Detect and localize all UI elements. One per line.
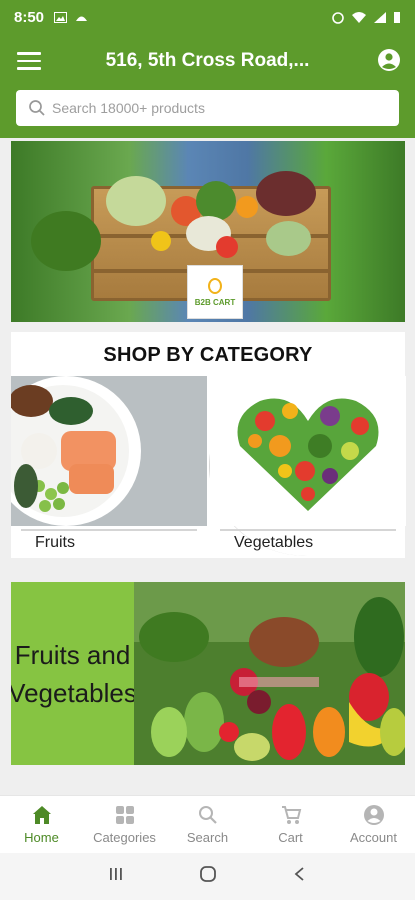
- recent-apps-button[interactable]: [108, 866, 124, 887]
- category-fruits[interactable]: Fruits: [11, 376, 207, 556]
- fruits-image: [11, 376, 207, 526]
- status-time: 8:50: [14, 8, 45, 26]
- back-icon: [294, 867, 304, 881]
- promo-line-1: Fruits and: [14, 639, 131, 670]
- home-system-button[interactable]: [199, 865, 217, 888]
- promo-line-2: Vegetables: [11, 677, 137, 708]
- produce-image: [134, 582, 405, 765]
- status-icons: [331, 11, 401, 24]
- nav-home-label: Home: [24, 830, 59, 845]
- app-bar: 516, 5th Cross Road,...: [0, 34, 415, 138]
- nav-cart-label: Cart: [278, 830, 303, 845]
- notification-icon: [76, 16, 88, 21]
- wifi-icon: [352, 11, 366, 23]
- account-icon[interactable]: [377, 48, 401, 72]
- category-vegetables[interactable]: Vegetables: [209, 376, 406, 556]
- divider: [220, 529, 396, 531]
- bottom-navigation: Home Categories Search Cart Account: [0, 795, 415, 853]
- cart-icon: [281, 806, 301, 824]
- search-icon: [198, 806, 217, 824]
- alarm-icon: [332, 11, 344, 24]
- status-bar: 8:50: [0, 0, 415, 34]
- category-label-fruits: Fruits: [35, 534, 75, 551]
- nav-cart[interactable]: Cart: [249, 796, 332, 853]
- b2b-cart-logo: B2B CART: [187, 265, 243, 319]
- account-icon: [363, 805, 384, 825]
- grid-icon: [115, 806, 134, 824]
- delivery-address[interactable]: 516, 5th Cross Road,...: [60, 50, 355, 72]
- nav-search[interactable]: Search: [166, 796, 249, 853]
- promo-text-panel: Fruits and Vegetables: [11, 582, 137, 765]
- nav-account[interactable]: Account: [332, 796, 415, 853]
- nav-categories[interactable]: Categories: [83, 796, 166, 853]
- search-input[interactable]: [52, 100, 372, 116]
- shop-by-category-section: SHOP BY CATEGORY Fruits Vegetables: [11, 332, 406, 558]
- search-bar[interactable]: [16, 90, 399, 126]
- home-circle-icon: [199, 866, 216, 882]
- vegetables-image: [210, 376, 406, 526]
- nav-categories-label: Categories: [93, 830, 156, 845]
- recent-apps-icon: [109, 868, 122, 880]
- home-icon: [32, 806, 51, 824]
- fruits-and-vegetables-banner[interactable]: Fruits and Vegetables: [11, 582, 405, 765]
- divider: [21, 529, 197, 531]
- search-icon: [29, 100, 45, 116]
- gallery-notification-icon: [54, 11, 68, 23]
- battery-icon: [394, 11, 400, 23]
- section-title: SHOP BY CATEGORY: [103, 344, 313, 366]
- hero-banner[interactable]: B2B CART: [11, 141, 405, 322]
- b2b-cart-logo-text: B2B CART: [194, 297, 236, 307]
- signal-icon: [374, 11, 386, 23]
- nav-search-label: Search: [186, 830, 229, 845]
- system-navigation-bar: [0, 853, 415, 900]
- nav-home[interactable]: Home: [0, 796, 83, 853]
- nav-account-label: Account: [350, 830, 397, 845]
- back-button[interactable]: [292, 866, 308, 887]
- category-label-vegetables: Vegetables: [234, 534, 314, 551]
- menu-button[interactable]: [17, 52, 41, 72]
